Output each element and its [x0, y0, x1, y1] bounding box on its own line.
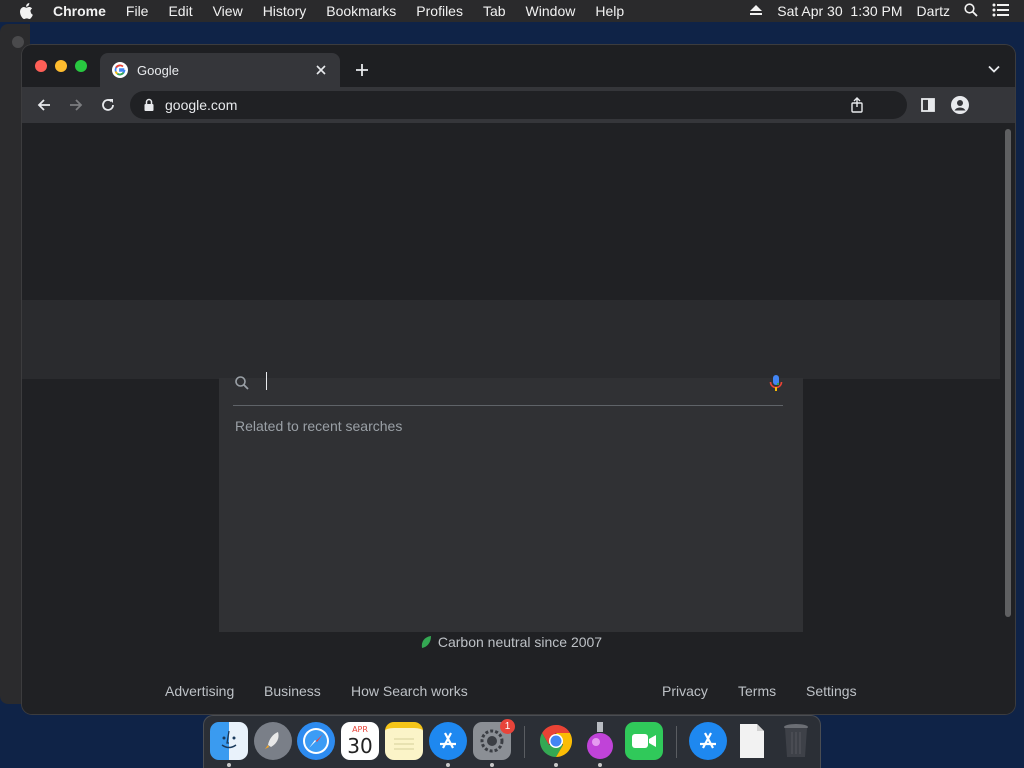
browser-toolbar: google.com — [22, 87, 1015, 123]
footer-link-privacy[interactable]: Privacy — [662, 683, 708, 699]
side-panel-icon[interactable] — [919, 96, 937, 114]
footer-link-business[interactable]: Business — [264, 683, 321, 699]
window-close-button[interactable] — [35, 60, 47, 72]
menu-app-name[interactable]: Chrome — [53, 3, 106, 19]
search-icon — [234, 375, 250, 391]
menu-tab[interactable]: Tab — [483, 3, 506, 19]
tab-close-icon[interactable] — [314, 63, 328, 77]
running-indicator — [227, 763, 231, 767]
search-suggestions-panel: Related to recent searches — [219, 372, 803, 632]
carbon-neutral-text[interactable]: Carbon neutral since 2007 — [438, 634, 602, 650]
finder-icon[interactable] — [210, 722, 248, 760]
page-content: Related to recent searches Carbon neutra… — [22, 123, 1000, 714]
menu-edit[interactable]: Edit — [168, 3, 192, 19]
window-minimize-button[interactable] — [55, 60, 67, 72]
share-icon[interactable] — [849, 97, 865, 113]
spotlight-icon[interactable] — [964, 2, 978, 20]
dock-separator — [676, 726, 677, 758]
back-arrow-icon[interactable] — [35, 96, 53, 114]
running-indicator — [490, 763, 494, 767]
app-store-folder-icon[interactable] — [689, 722, 727, 760]
calendar-icon[interactable]: APR 30 — [341, 722, 379, 760]
control-center-icon[interactable] — [992, 3, 1010, 20]
menu-history[interactable]: History — [263, 3, 307, 19]
profile-avatar-icon[interactable] — [951, 96, 969, 114]
menu-clock[interactable]: Sat Apr 30 1:30 PM — [777, 3, 902, 19]
lock-icon[interactable] — [143, 98, 155, 112]
tab-strip: Google — [22, 45, 1015, 87]
reload-icon[interactable] — [99, 96, 117, 114]
new-tab-icon[interactable] — [353, 61, 371, 79]
divider — [233, 405, 783, 406]
safari-icon[interactable] — [297, 722, 335, 760]
address-bar[interactable]: google.com — [130, 91, 907, 119]
eject-icon[interactable] — [749, 3, 763, 19]
url-text[interactable]: google.com — [165, 97, 237, 113]
facetime-icon[interactable] — [625, 722, 663, 760]
scrollbar-thumb[interactable] — [1005, 129, 1011, 617]
running-indicator — [554, 763, 558, 767]
menu-window[interactable]: Window — [526, 3, 576, 19]
dock: APR 30 1 — [203, 715, 821, 768]
browser-window: Google google.com Related to recent sear… — [22, 45, 1015, 714]
leaf-icon — [420, 635, 432, 649]
menu-profiles[interactable]: Profiles — [416, 3, 463, 19]
footer-link-terms[interactable]: Terms — [738, 683, 776, 699]
footer-link-advertising[interactable]: Advertising — [165, 683, 234, 699]
app-icon[interactable] — [581, 722, 619, 760]
search-overlay-band — [22, 300, 1000, 379]
file-icon[interactable] — [733, 722, 771, 760]
suggestions-heading: Related to recent searches — [235, 418, 403, 434]
dock-separator — [524, 726, 525, 758]
menu-view[interactable]: View — [213, 3, 243, 19]
calendar-day: 30 — [347, 734, 373, 758]
menu-help[interactable]: Help — [595, 3, 624, 19]
google-favicon-icon — [112, 62, 128, 78]
running-indicator — [598, 763, 602, 767]
scrollbar[interactable] — [1000, 123, 1015, 714]
app-store-icon[interactable] — [429, 722, 467, 760]
menu-bar: Chrome File Edit View History Bookmarks … — [0, 0, 1024, 22]
carbon-neutral-notice[interactable]: Carbon neutral since 2007 — [22, 634, 1000, 650]
trash-icon[interactable] — [777, 722, 815, 760]
chevron-down-icon[interactable] — [987, 62, 1001, 76]
window-zoom-button[interactable] — [75, 60, 87, 72]
apple-menu-icon[interactable] — [19, 3, 39, 19]
menu-user[interactable]: Dartz — [917, 3, 950, 19]
forward-arrow-icon[interactable] — [67, 96, 85, 114]
footer-link-how-search-works[interactable]: How Search works — [351, 683, 468, 699]
tab-google[interactable]: Google — [100, 53, 340, 87]
launchpad-icon[interactable] — [254, 722, 292, 760]
notification-badge: 1 — [500, 719, 515, 734]
footer-link-settings[interactable]: Settings — [806, 683, 857, 699]
search-input[interactable] — [266, 372, 267, 390]
menu-file[interactable]: File — [126, 3, 149, 19]
running-indicator — [446, 763, 450, 767]
chrome-icon[interactable] — [537, 722, 575, 760]
tab-title: Google — [137, 62, 179, 78]
menu-bookmarks[interactable]: Bookmarks — [326, 3, 396, 19]
microphone-icon[interactable] — [769, 374, 783, 392]
notes-icon[interactable] — [385, 722, 423, 760]
